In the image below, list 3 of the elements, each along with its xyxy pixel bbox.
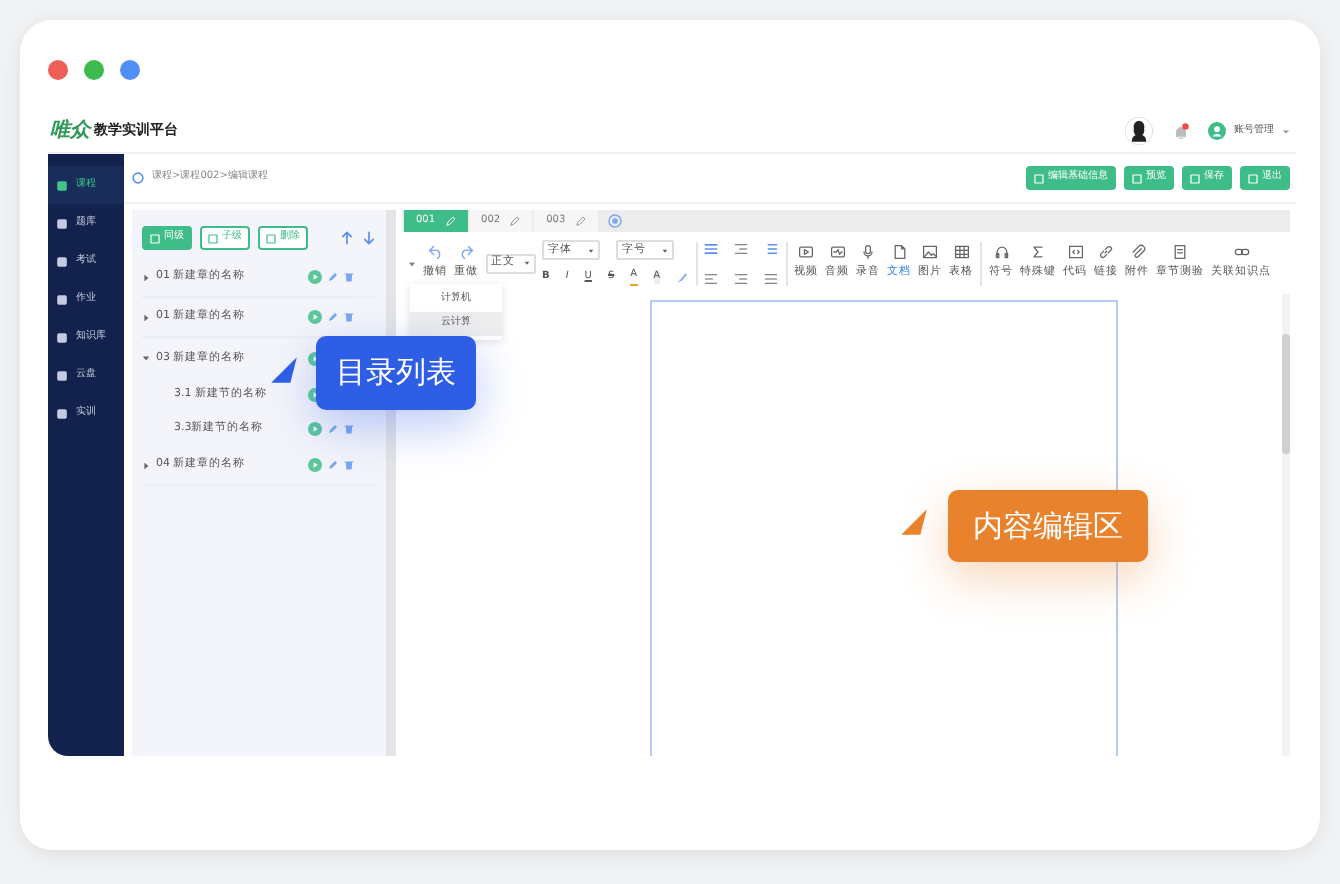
logo: 唯众 xyxy=(50,117,90,146)
callout-label: 目录列表 xyxy=(316,336,476,410)
callout-label: 内容编辑区 xyxy=(948,490,1148,562)
